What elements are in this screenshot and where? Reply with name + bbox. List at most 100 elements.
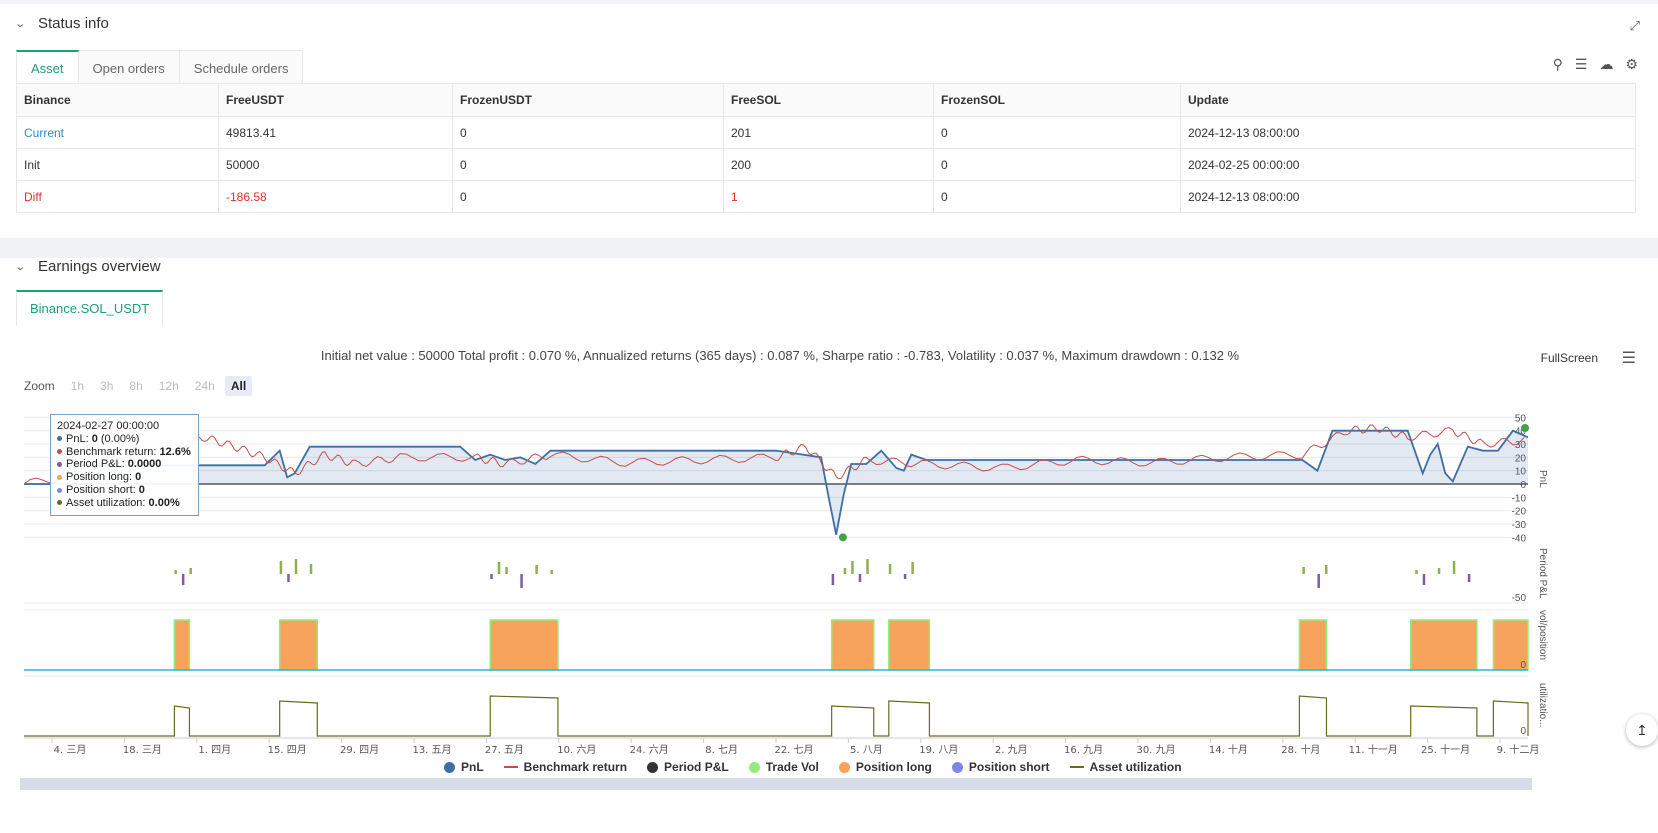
x-tick-label: 19. 八月 [919,744,958,756]
zoom-1h[interactable]: 1h [65,376,90,396]
period-bar [866,559,869,574]
position-long-block [830,619,875,671]
period-bar [181,574,185,585]
period-bar [1467,574,1471,582]
zoom-24h[interactable]: 24h [189,376,221,396]
tooltip-util: Asset utilization: 0.00% [57,497,192,510]
legend-period-pnl[interactable]: Period P&L [647,760,729,774]
settings-icon[interactable]: ⚙ [1625,56,1638,73]
cloud-download-icon[interactable]: ☁ [1599,56,1613,73]
max-marker [1520,424,1529,432]
cell-update: 2024-12-13 08:00:00 [1180,116,1636,149]
cell-update: 2024-12-13 08:00:00 [1180,180,1636,213]
tooltip-benchmark: Benchmark return: 12.6% [57,446,192,459]
search-icon[interactable]: ⚲ [1553,56,1563,73]
legend-marker [1069,766,1084,768]
period-bar [174,570,177,574]
navigator-scrollbar[interactable] [20,778,1532,790]
cell-frozenusdt: 0 [452,148,724,181]
zoom-3h[interactable]: 3h [94,376,119,396]
zoom-8h[interactable]: 8h [123,376,148,396]
legend-position-long[interactable]: Position long [838,760,932,774]
table-toolbar: ⚲ ☰ ☁ ⚙ [1553,56,1638,73]
legend-position-short[interactable]: Position short [951,760,1050,774]
list-icon[interactable]: ☰ [1575,56,1588,73]
period-bar [189,568,192,574]
legend-benchmark[interactable]: Benchmark return [503,760,627,774]
position-long-block [489,619,559,671]
x-tick-label: 28. 十月 [1281,743,1320,756]
zoom-all[interactable]: All [224,376,253,396]
x-tick-label: 8. 七月 [705,744,738,756]
period-bar [888,564,892,574]
earnings-title: Earnings overview [38,258,161,275]
earnings-chart[interactable]: 50403020100-10-20-30-40PnLPeriod P&L-50v… [0,398,1658,760]
position-long-block [278,619,319,671]
legend-trade-vol[interactable]: Trade Vol [748,760,819,774]
y-tick-label: -10 [1512,493,1527,504]
cell-freeusdt: 50000 [218,148,453,181]
period-bar [1415,570,1418,574]
period-bar [279,561,283,574]
tab-schedule-orders[interactable]: Schedule orders [179,50,304,86]
asset-table: Binance FreeUSDT FrozenUSDT FreeSOL Froz… [16,83,1636,213]
cell-freeusdt: -186.58 [218,180,453,213]
cell-frozenusdt: 0 [452,116,724,149]
legend-marker [503,766,518,768]
tab-asset[interactable]: Asset [16,50,79,86]
position-long-block [1298,619,1328,671]
earnings-header[interactable]: ⌄ Earnings overview [14,258,161,275]
x-tick-label: 30. 九月 [1136,744,1175,756]
period-bar [851,561,854,574]
legend-marker [748,761,760,773]
scroll-top-button[interactable]: ↥ [1626,714,1658,746]
col-frozensol: FrozenSOL [933,83,1181,117]
col-freeusdt: FreeUSDT [218,83,453,117]
x-tick-label: 4. 三月 [54,744,87,756]
y-tick-label: -40 [1512,533,1527,544]
position-long-block [173,619,191,671]
chart-legend: PnL Benchmark return Period P&L Trade Vo… [444,760,1182,774]
period-bar [1324,565,1328,574]
tab-binance-sol-usdt[interactable]: Binance.SOL_USDT [16,290,164,326]
x-tick-label: 15. 四月 [268,744,307,756]
menu-icon[interactable]: ☰ [1622,348,1636,368]
summary-text: Initial net value : 50000 Total profit :… [320,348,1240,363]
status-tabs: Asset Open orders Schedule orders [16,50,304,86]
legend-pnl[interactable]: PnL [444,760,484,774]
x-tick-label: 24. 六月 [630,744,669,756]
cell-frozensol: 0 [933,180,1181,213]
chart-tooltip: 2024-02-27 00:00:00 PnL: 0 (0.00%) Bench… [50,414,199,516]
x-tick-label: 9. 十二月 [1497,743,1540,756]
cell-frozensol: 0 [933,148,1181,181]
period-bar [858,574,862,582]
cell-frozenusdt: 0 [452,180,724,213]
status-info-header[interactable]: ⌄ Status info [14,15,109,32]
period-bar [1437,568,1441,574]
period-bar [520,574,523,588]
fullscreen-button[interactable]: FullScreen [1541,351,1598,365]
row-label[interactable]: Current [16,116,219,149]
chevron-down-icon[interactable]: ⌄ [14,260,30,273]
status-info-title: Status info [38,15,109,32]
pnl-axis-label: PnL [1537,470,1548,488]
zoom-12h[interactable]: 12h [153,376,185,396]
period-bar [1317,574,1320,588]
period-bar [294,559,298,574]
utilization-line [24,695,1529,737]
x-tick-label: 1. 四月 [198,744,231,756]
period-bar [497,562,501,574]
chevron-down-icon[interactable]: ⌄ [14,17,30,30]
expand-icon[interactable]: ⤢ [1630,18,1640,34]
tooltip-short: Position short: 0 [57,484,192,497]
legend-marker [838,761,850,773]
tab-open-orders[interactable]: Open orders [78,50,180,86]
x-tick-label: 22. 七月 [774,744,813,756]
x-tick-label: 5. 八月 [850,744,883,756]
util-tick-label: 0 [1520,726,1526,737]
cell-freesol: 1 [723,180,934,213]
legend-asset-utilization[interactable]: Asset utilization [1069,760,1182,774]
pnl-area [24,430,1528,535]
period-bar [903,574,907,579]
period-bar [309,564,313,574]
